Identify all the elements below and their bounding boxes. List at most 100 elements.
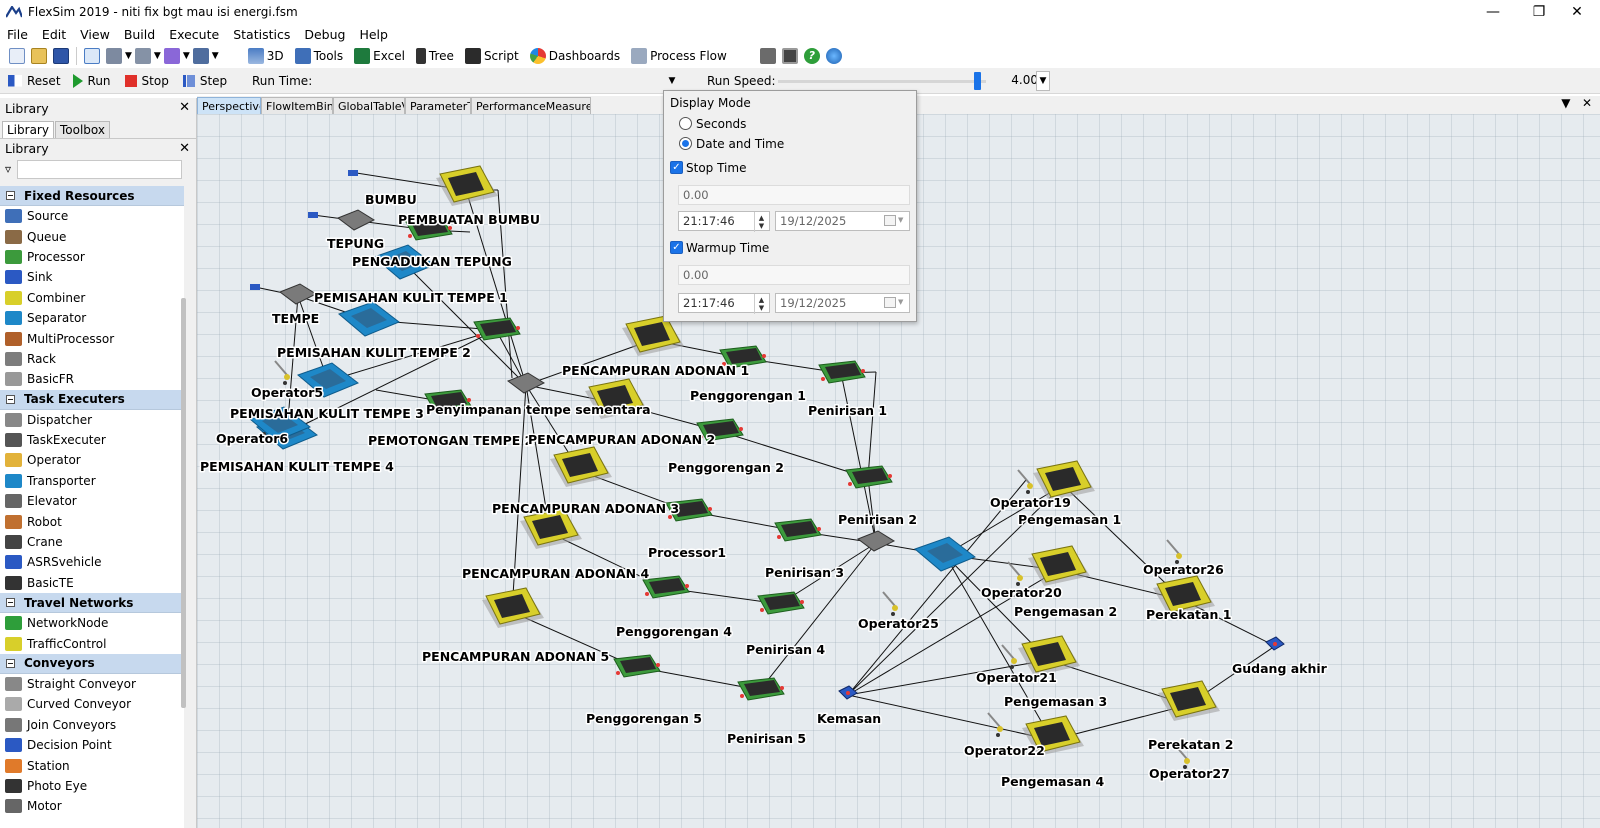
pemisahan-kulit-tempe-1-object[interactable] <box>338 301 400 337</box>
library-item-processor[interactable]: Processor <box>0 246 184 268</box>
library-item-station[interactable]: Station <box>0 755 184 776</box>
library-item-robot[interactable]: Robot <box>0 511 184 532</box>
chevron-down-icon[interactable]: ▼ <box>1561 96 1570 110</box>
script-button[interactable]: Script <box>462 48 519 64</box>
processor-unlabeled-object[interactable] <box>473 317 521 341</box>
library-item-elevator[interactable]: Elevator <box>0 491 184 512</box>
tab-performancemeasuretable[interactable]: PerformanceMeasureTa <box>471 97 591 114</box>
library-item-motor[interactable]: Motor <box>0 796 184 817</box>
close-icon[interactable]: ✕ <box>1554 0 1600 24</box>
close-icon[interactable]: ✕ <box>179 100 190 115</box>
library-filter-input[interactable] <box>17 159 183 179</box>
view-3d-button[interactable]: 3D <box>245 48 284 64</box>
library-item-rack[interactable]: Rack <box>0 348 184 370</box>
pointer-mode-icon[interactable] <box>84 48 100 64</box>
edit-selected-icon[interactable] <box>192 48 209 64</box>
create-objects-icon[interactable] <box>134 48 151 64</box>
tab-flowitembin[interactable]: FlowItemBin <box>261 97 333 114</box>
close-icon[interactable]: ✕ <box>1582 96 1592 110</box>
run-time-dropdown-icon[interactable]: ▼ <box>664 71 680 91</box>
save-icon[interactable] <box>53 48 69 64</box>
source-object[interactable] <box>250 284 260 290</box>
library-item-taskexecuter[interactable]: TaskExecuter <box>0 429 184 451</box>
library-item-queue[interactable]: Queue <box>0 226 184 247</box>
open-folder-icon[interactable] <box>31 48 47 64</box>
run-button[interactable]: Run <box>72 73 111 88</box>
tools-button[interactable]: Tools <box>292 48 343 64</box>
library-item-decision-point[interactable]: Decision Point <box>0 734 184 756</box>
source-object[interactable] <box>348 170 358 176</box>
new-file-icon[interactable] <box>9 48 25 64</box>
dashboards-button[interactable]: Dashboards <box>527 48 620 64</box>
menu-view[interactable]: View <box>73 27 117 42</box>
bumbu-object[interactable] <box>436 165 498 206</box>
calendar-icon[interactable] <box>884 297 896 308</box>
library-item-trafficcontrol[interactable]: TrafficControl <box>0 633 184 654</box>
operator20-object[interactable] <box>1007 561 1023 586</box>
library-item-basicfr[interactable]: BasicFR <box>0 369 184 390</box>
library-item-basicte[interactable]: BasicTE <box>0 572 184 594</box>
close-icon[interactable]: ✕ <box>179 141 190 156</box>
stop-time-checkbox[interactable]: ✓ <box>670 161 683 174</box>
library-item-asrsvehicle[interactable]: ASRSvehicle <box>0 552 184 573</box>
menu-edit[interactable]: Edit <box>35 27 73 42</box>
library-item-join-conveyors[interactable]: Join Conveyors <box>0 714 184 735</box>
operator25-object[interactable] <box>882 591 898 616</box>
category-conveyors[interactable]: Conveyors <box>0 653 184 674</box>
help-icon[interactable]: ? <box>803 48 820 64</box>
penirisan-4-object[interactable] <box>757 591 805 615</box>
library-item-dispatcher[interactable]: Dispatcher <box>0 409 184 430</box>
minimize-icon[interactable]: — <box>1470 0 1516 24</box>
menu-execute[interactable]: Execute <box>162 27 226 42</box>
tab-parametertable[interactable]: ParameterTa <box>405 97 471 114</box>
tab-library[interactable]: Library <box>2 121 54 138</box>
chevron-down-icon[interactable]: ▼ <box>154 51 161 61</box>
chevron-down-icon[interactable]: ▼ <box>898 216 903 224</box>
library-item-combiner[interactable]: Combiner <box>0 287 184 308</box>
library-item-operator[interactable]: Operator <box>0 450 184 471</box>
penirisan-3-object[interactable] <box>774 518 822 542</box>
chevron-down-icon[interactable]: ▼ <box>212 51 219 61</box>
tab-globaltableview[interactable]: GlobalTableVi <box>333 97 405 114</box>
seconds-radio[interactable] <box>679 117 692 130</box>
connect-objects-icon[interactable] <box>106 48 122 64</box>
menu-help[interactable]: Help <box>352 27 395 42</box>
tepung-object[interactable] <box>336 209 376 231</box>
library-item-source[interactable]: Source <box>0 206 184 227</box>
warmup-time-spinner[interactable]: ▲ ▼ <box>754 294 768 314</box>
library-item-transporter[interactable]: Transporter <box>0 470 184 492</box>
library-item-sink[interactable]: Sink <box>0 267 184 288</box>
tree-view-icon[interactable] <box>759 48 776 64</box>
stop-time-value[interactable]: 0.00 <box>678 185 910 205</box>
library-item-photo-eye[interactable]: Photo Eye <box>0 775 184 797</box>
pengemasan-2-object[interactable] <box>1028 545 1090 586</box>
warmup-time-value[interactable]: 0.00 <box>678 265 910 285</box>
menu-build[interactable]: Build <box>117 27 162 42</box>
category-task-executers[interactable]: Task Executers <box>0 389 184 410</box>
run-speed-dropdown-icon[interactable]: ▼ <box>1036 71 1050 91</box>
pencampuran-adonan-1-object[interactable] <box>622 315 684 356</box>
chevron-down-icon[interactable]: ▼ <box>183 51 190 61</box>
collapse-icon[interactable] <box>6 598 15 608</box>
pencampuran-adonan-3-object[interactable] <box>550 446 612 487</box>
menu-statistics[interactable]: Statistics <box>226 27 297 42</box>
step-button[interactable]: Step <box>182 74 227 88</box>
window-icon[interactable] <box>781 48 798 64</box>
process-flow-button[interactable]: Process Flow <box>628 48 727 64</box>
category-fixed-resources[interactable]: Fixed Resources <box>0 186 184 206</box>
excel-button[interactable]: Excel <box>351 48 405 64</box>
collapse-icon[interactable] <box>6 191 15 200</box>
queue-main-object[interactable] <box>856 530 896 552</box>
tempe-object[interactable] <box>278 283 318 305</box>
reset-button[interactable]: Reset <box>8 74 61 88</box>
library-item-multiprocessor[interactable]: MultiProcessor <box>0 328 184 349</box>
penggorengan-4-object[interactable] <box>642 575 690 599</box>
operator19-object[interactable] <box>1017 469 1033 494</box>
tab-toolbox[interactable]: Toolbox <box>54 121 110 138</box>
menu-file[interactable]: File <box>0 27 35 42</box>
perekatan-2-object[interactable] <box>1158 680 1220 721</box>
tab-perspective[interactable]: Perspective <box>197 97 261 114</box>
penirisan-5-object[interactable] <box>737 677 785 701</box>
collapse-icon[interactable] <box>6 658 15 668</box>
library-item-crane[interactable]: Crane <box>0 531 184 553</box>
